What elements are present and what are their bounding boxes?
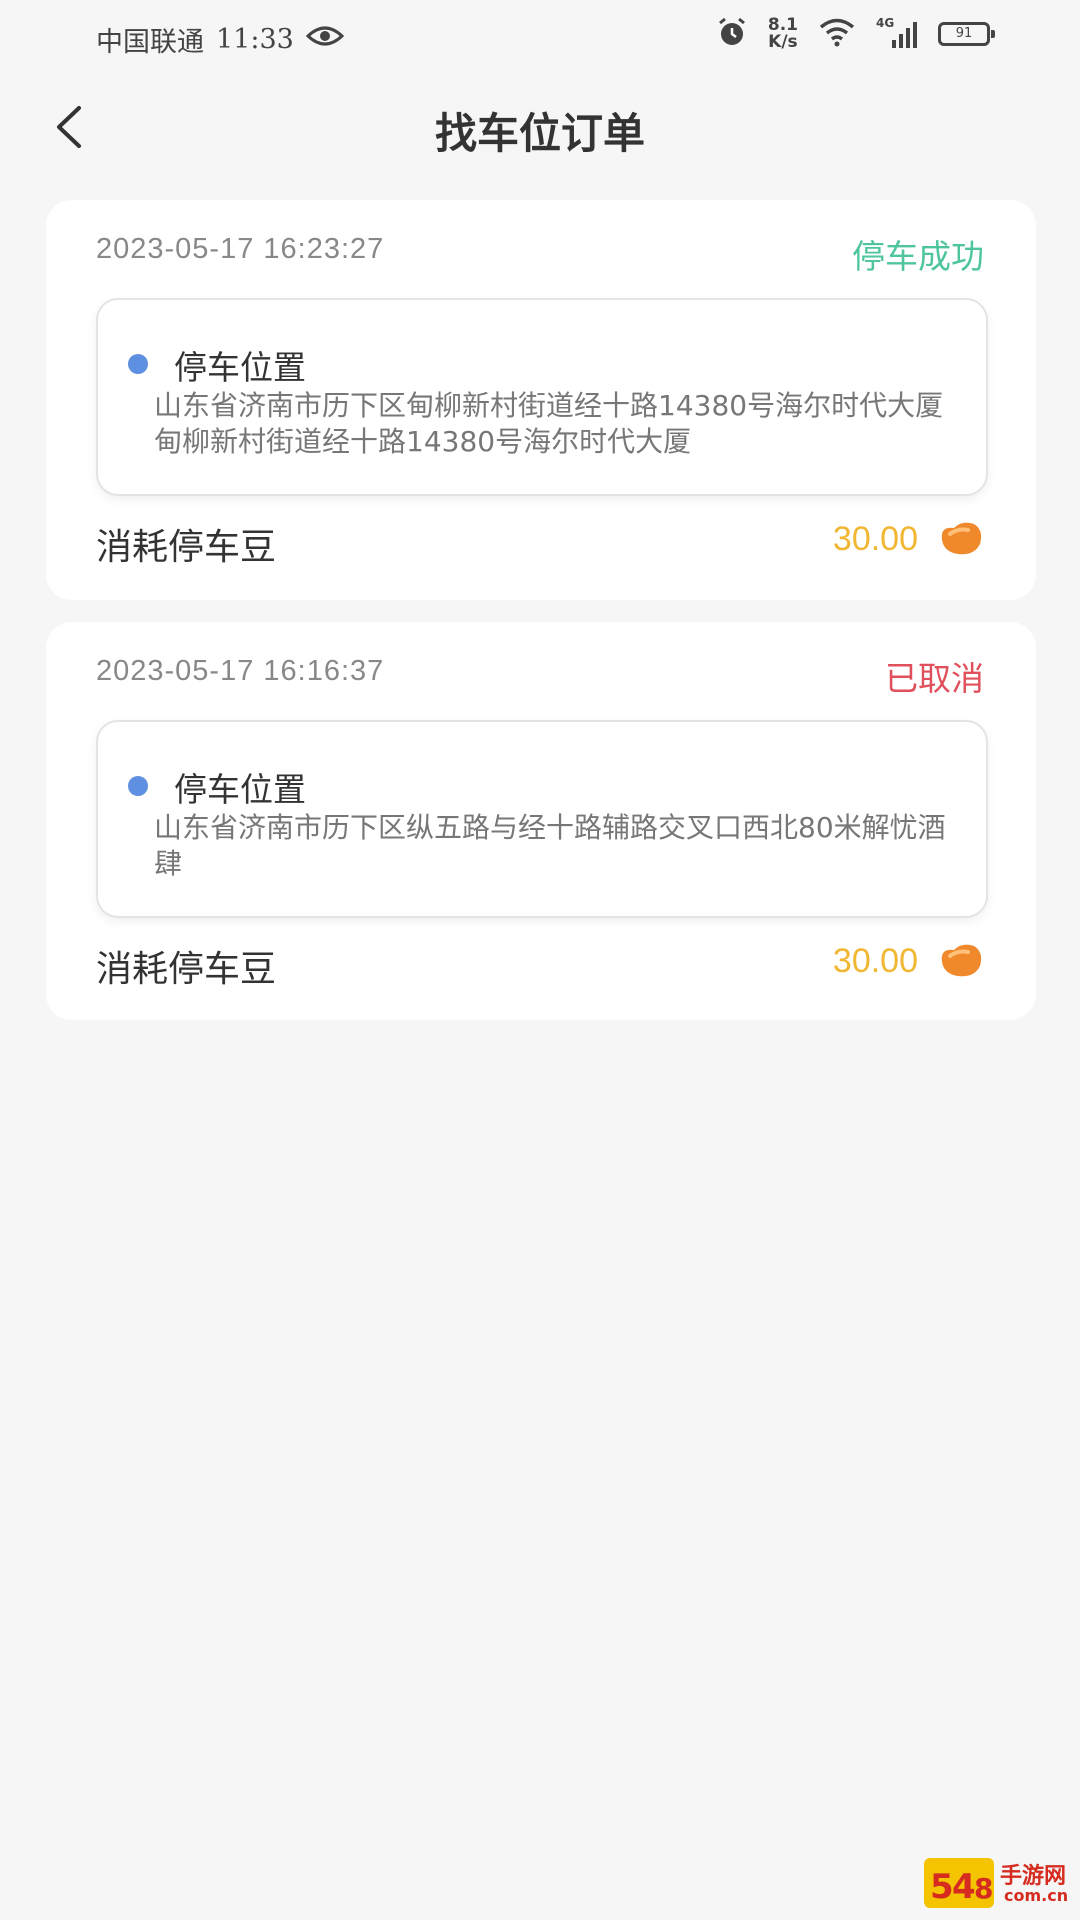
order-card[interactable]: 2023-05-17 16:23:27 停车成功 停车位置 山东省济南市历下区甸… <box>46 200 1036 600</box>
svg-text:4: 4 <box>952 1867 976 1907</box>
location-label: 停车位置 <box>174 770 306 809</box>
wifi-icon <box>818 17 856 51</box>
cost-label: 消耗停车豆 <box>96 949 277 990</box>
location-box: 停车位置 山东省济南市历下区纵五路与经十路辅路交叉口西北80米解忧酒肆 <box>96 720 988 918</box>
location-dot <box>128 354 148 374</box>
cost-label: 消耗停车豆 <box>96 527 277 568</box>
order-status: 停车成功 <box>852 237 984 276</box>
eye-icon <box>305 24 345 55</box>
cost-value: 30.00 <box>832 942 918 980</box>
location-address: 山东省济南市历下区纵五路与经十路辅路交叉口西北80米解忧酒肆 <box>154 811 946 880</box>
order-time: 2023-05-17 16:23:27 <box>96 233 385 265</box>
bean-icon <box>941 944 982 977</box>
alarm-icon <box>716 16 748 52</box>
watermark-logo: 5 4 8 手游网 com.cn <box>924 1854 1074 1912</box>
order-time: 2023-05-17 16:16:37 <box>96 655 385 687</box>
battery-level: 91 <box>955 26 973 41</box>
cost-value: 30.00 <box>832 520 918 558</box>
location-dot <box>128 776 148 796</box>
status-left: 中国联通 11:33 <box>96 20 345 59</box>
network-speed: 8.1 K/s <box>768 17 798 51</box>
location-address: 山东省济南市历下区甸柳新村街道经十路14380号海尔时代大厦甸柳新村街道经十路1… <box>154 389 944 458</box>
svg-text:8: 8 <box>974 1872 993 1905</box>
location-box: 停车位置 山东省济南市历下区甸柳新村街道经十路14380号海尔时代大厦甸柳新村街… <box>96 298 988 496</box>
clock-time: 11:33 <box>216 24 294 55</box>
signal-icon: 4G <box>876 16 918 50</box>
order-status: 已取消 <box>885 659 984 698</box>
battery-icon: 91 <box>938 22 995 46</box>
watermark-sub: com.cn <box>1004 1886 1069 1905</box>
page-header: 找车位订单 <box>0 86 1080 166</box>
carrier-label: 中国联通 <box>96 27 204 58</box>
page-title: 找车位订单 <box>434 109 645 158</box>
speed-unit: K/s <box>768 32 798 52</box>
svg-text:5: 5 <box>930 1867 954 1907</box>
order-card[interactable]: 2023-05-17 16:16:37 已取消 停车位置 山东省济南市历下区纵五… <box>46 622 1036 1020</box>
status-bar: 中国联通 11:33 8.1 K/s 4G 91 <box>0 0 1080 72</box>
bean-icon <box>941 522 982 555</box>
location-label: 停车位置 <box>174 348 306 387</box>
status-right: 8.1 K/s 4G 91 <box>716 16 995 52</box>
